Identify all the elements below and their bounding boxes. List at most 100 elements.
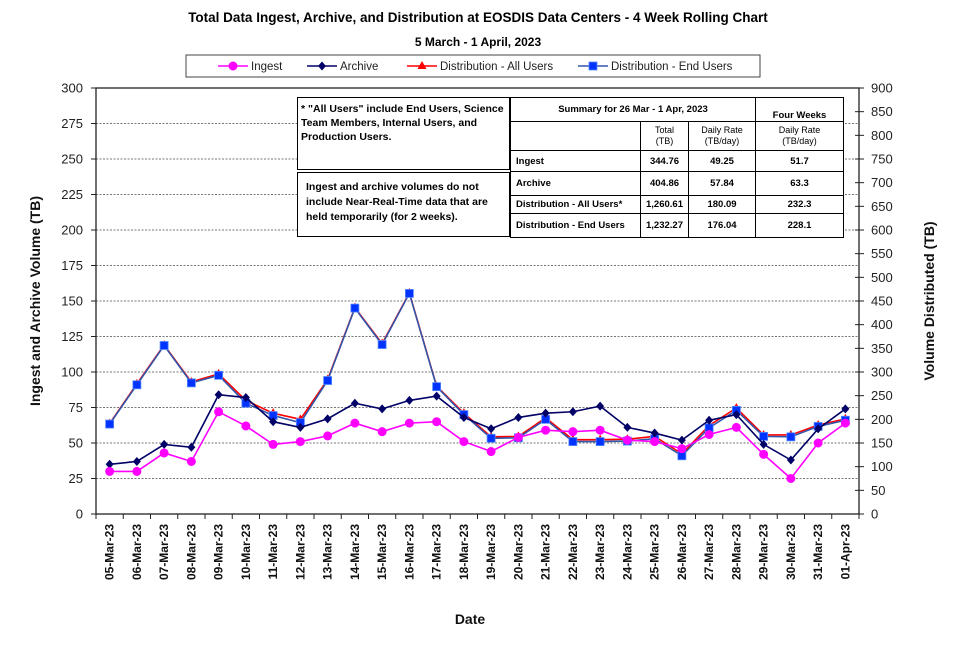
data-point — [432, 417, 442, 427]
y-tick-label: 75 — [69, 400, 83, 415]
y2-tick-label: 450 — [871, 294, 893, 309]
data-point — [159, 341, 169, 350]
x-tick-label: 09-Mar-23 — [212, 524, 226, 580]
x-tick-label: 14-Mar-23 — [348, 524, 362, 580]
header-daily-rate: Daily Rate (TB/day) — [688, 121, 756, 151]
x-tick-label: 25-Mar-23 — [648, 524, 662, 580]
legend-marker — [588, 61, 598, 71]
data-point — [650, 437, 660, 447]
data-point — [432, 382, 442, 392]
y2-tick-label: 150 — [871, 436, 893, 451]
data-point — [514, 412, 523, 422]
header-total-label: Total — [654, 125, 674, 135]
y-tick-label: 25 — [69, 471, 83, 486]
all-users-note-text: * "All Users" include End Users, Science… — [301, 103, 504, 143]
data-point — [759, 449, 769, 459]
row-total: 1,232.27 — [640, 213, 689, 238]
y2-tick-label: 0 — [871, 507, 878, 522]
data-point — [595, 425, 605, 435]
nrt-note: Ingest and archive volumes do not includ… — [297, 172, 510, 237]
row-daily: 180.09 — [688, 195, 756, 214]
header-daily-label: Daily Rate — [701, 125, 743, 135]
y2-tick-label: 400 — [871, 317, 893, 332]
header-total-unit: (TB) — [655, 136, 674, 146]
series-ingest — [105, 407, 850, 483]
x-tick-label: 07-Mar-23 — [157, 524, 171, 580]
y2-tick-label: 300 — [871, 365, 893, 380]
data-point — [105, 419, 115, 429]
data-point — [214, 370, 224, 380]
header-four-daily-unit: (TB/day) — [782, 136, 817, 146]
data-point — [568, 437, 578, 446]
data-point — [595, 437, 605, 446]
row-label: Distribution - All Users* — [510, 195, 641, 214]
chart-subtitle: 5 March - 1 April, 2023 — [415, 35, 542, 49]
data-point — [350, 418, 360, 428]
data-point — [786, 474, 796, 483]
x-tick-label: 10-Mar-23 — [239, 524, 253, 580]
x-tick-label: 01-Apr-23 — [838, 524, 852, 580]
data-point — [186, 456, 196, 466]
data-point — [323, 414, 332, 424]
data-point — [459, 437, 469, 447]
header-four-daily-label: Daily Rate — [778, 125, 821, 135]
data-point — [241, 421, 251, 431]
data-point — [295, 437, 305, 447]
y2-tick-label: 700 — [871, 175, 893, 190]
row-daily: 176.04 — [688, 213, 756, 238]
y2-tick-label: 200 — [871, 412, 893, 427]
summary-title: Summary for 26 Mar - 1 Apr, 2023 — [510, 97, 756, 122]
data-point — [159, 448, 169, 458]
row-four-weeks: 51.7 — [755, 150, 844, 172]
row-daily: 49.25 — [688, 150, 756, 172]
series-line — [109, 410, 846, 480]
x-tick-label: 24-Mar-23 — [620, 524, 634, 580]
row-total: 1,260.61 — [640, 195, 689, 214]
four-weeks-header: Four Weeks — [755, 97, 844, 122]
row-label: Distribution - End Users — [510, 213, 641, 238]
y-tick-label: 300 — [61, 81, 83, 96]
row-four-weeks: 232.3 — [755, 195, 844, 214]
x-tick-label: 19-Mar-23 — [484, 524, 498, 580]
row-total: 344.76 — [640, 150, 689, 172]
data-point — [405, 395, 414, 405]
legend: Ingest Archive Distribution - All Users Dis… — [185, 54, 761, 78]
data-point — [677, 444, 687, 454]
x-tick-label: 20-Mar-23 — [511, 524, 525, 580]
x-tick-label: 05-Mar-23 — [103, 524, 117, 580]
y2-tick-label: 850 — [871, 104, 893, 119]
data-point — [813, 438, 823, 448]
y-tick-label: 175 — [61, 258, 83, 273]
data-point — [786, 432, 796, 442]
data-point — [323, 376, 333, 385]
y-tick-label: 250 — [61, 152, 83, 167]
row-four-weeks: 63.3 — [755, 171, 844, 196]
all-users-note: * "All Users" include End Users, Science… — [297, 97, 510, 170]
y-axis-title: Ingest and Archive Volume (TB) — [27, 196, 43, 406]
header-total: Total (TB) — [640, 121, 689, 151]
y2-tick-label: 100 — [871, 459, 893, 474]
y-tick-label: 125 — [61, 329, 83, 344]
chart-title: Total Data Ingest, Archive, and Distribu… — [188, 10, 768, 25]
data-point — [214, 407, 224, 417]
data-point — [486, 447, 496, 457]
data-point — [759, 431, 769, 441]
y2-tick-label: 650 — [871, 199, 893, 214]
x-tick-label: 30-Mar-23 — [784, 524, 798, 580]
table-row: Archive 404.86 57.84 63.3 — [510, 171, 844, 196]
data-point — [568, 427, 578, 437]
y2-tick-label: 800 — [871, 128, 893, 143]
x-tick-label: 22-Mar-23 — [566, 524, 580, 580]
data-point — [622, 435, 632, 445]
data-point — [541, 425, 551, 435]
data-point — [268, 439, 278, 449]
legend-label: Archive — [340, 61, 378, 73]
row-four-weeks: 228.1 — [755, 213, 844, 238]
data-point — [132, 456, 141, 466]
x-tick-label: 11-Mar-23 — [266, 524, 280, 580]
y2-tick-label: 50 — [871, 483, 885, 498]
y2-tick-label: 750 — [871, 152, 893, 167]
legend-label: Distribution - All Users — [440, 61, 553, 73]
header-four-weeks-rate: Daily Rate (TB/day) — [755, 121, 844, 151]
x-tick-label: 29-Mar-23 — [757, 524, 771, 580]
